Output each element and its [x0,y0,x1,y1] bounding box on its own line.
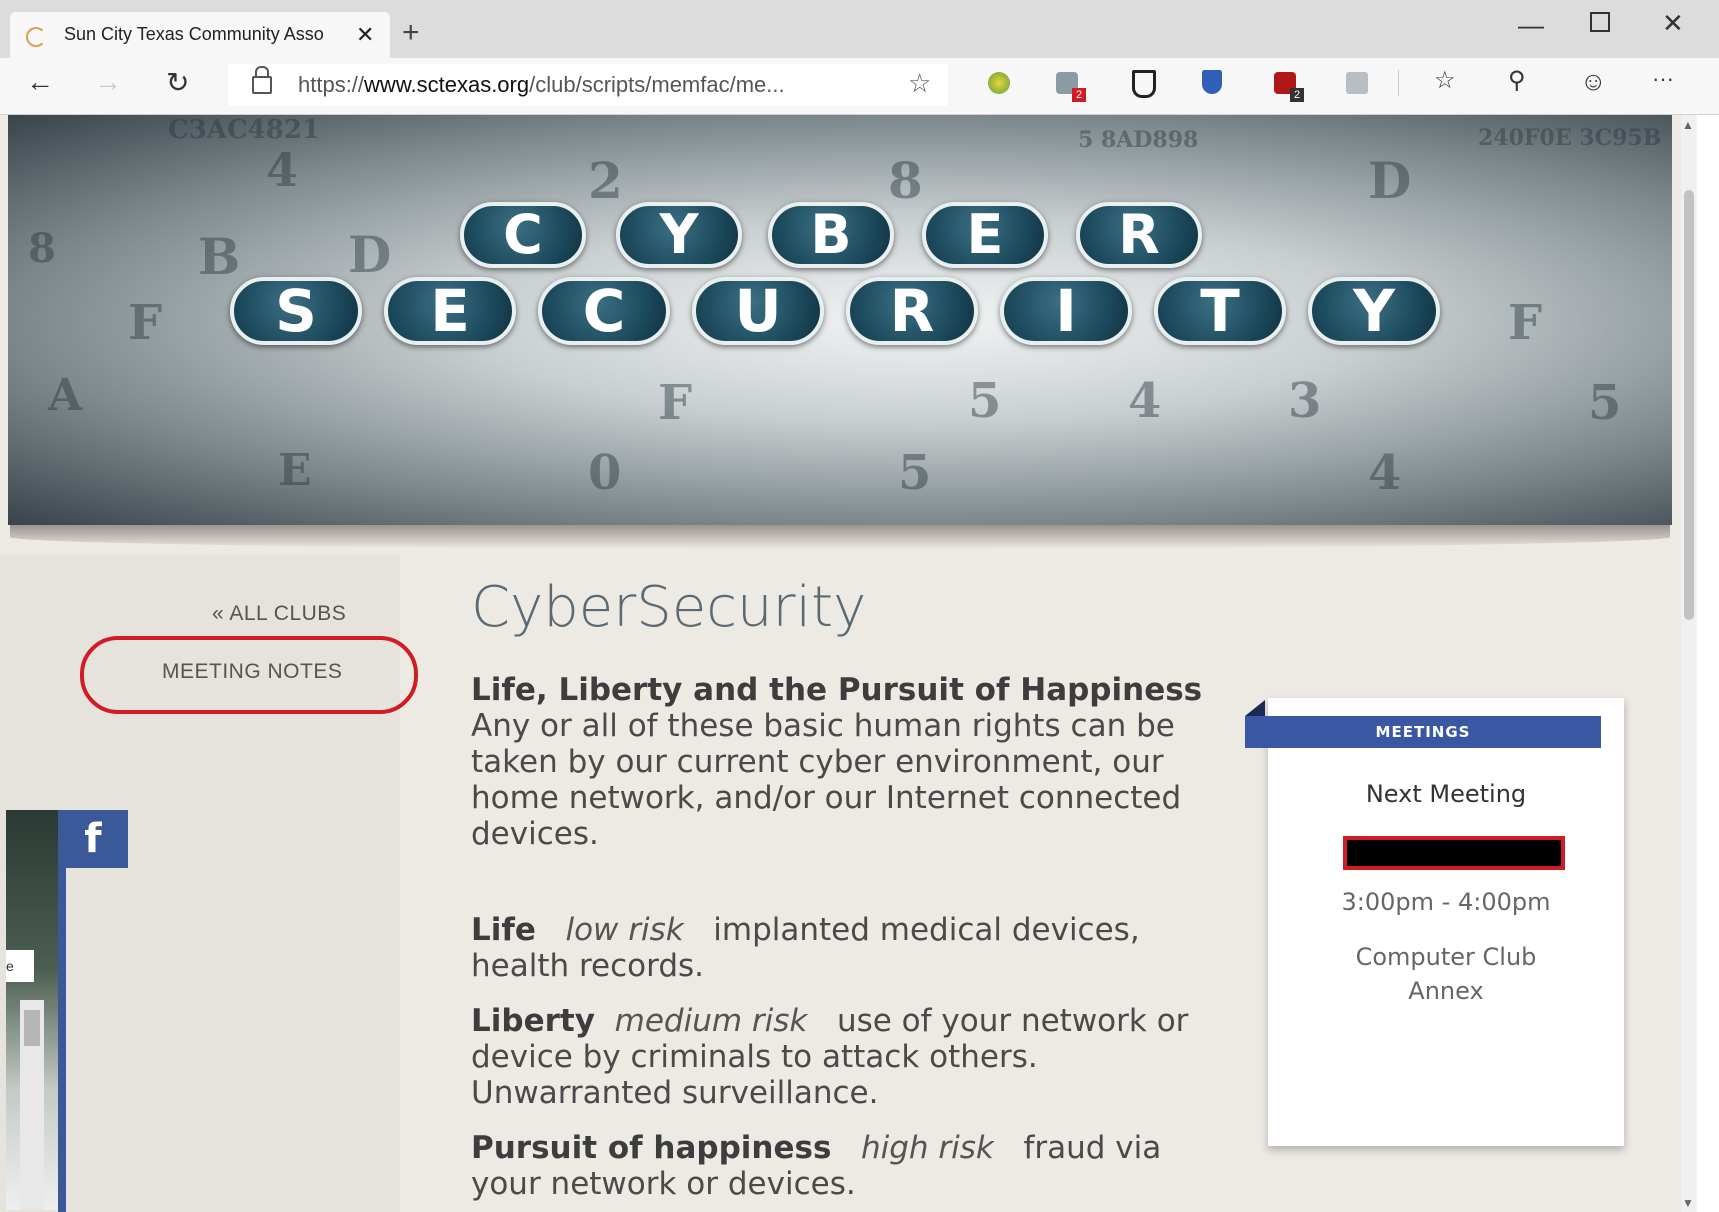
facebook-icon[interactable]: f [58,810,128,868]
shield-extension-icon[interactable] [1202,70,1222,94]
scroll-down-arrow-icon[interactable]: ▼ [1682,1196,1694,1210]
scroll-up-arrow-icon[interactable]: ▲ [1682,118,1694,132]
intro-text: Any or all of these basic human rights c… [471,708,1182,852]
tab-close-icon[interactable]: ✕ [356,22,374,48]
banner-letter: C [460,202,586,268]
banner-shadow [10,525,1670,549]
intro-heading: Life, Liberty and the Pursuit of Happine… [471,672,1203,708]
url-prefix: https:// [298,72,365,97]
liberty-paragraph: Liberty medium risk use of your network … [471,1003,1211,1111]
shield-icon[interactable] [1132,70,1156,98]
meeting-time: 3:00pm - 4:00pm [1341,888,1551,916]
pursuit-risk: high risk [860,1130,994,1166]
banner-letter: Y [1308,277,1440,345]
all-clubs-link[interactable]: « ALL CLUBS [212,602,346,626]
profile-icon[interactable]: ⚲ [1508,66,1526,95]
banner-letter: R [846,277,978,345]
loading-icon [26,27,46,47]
extension-badge: 2 [1290,88,1304,102]
meetings-header: MEETINGS [1245,716,1601,748]
more-menu-button[interactable]: ··· [1652,66,1674,92]
extension-icon[interactable] [988,72,1010,94]
banner-letter: Y [616,202,742,268]
minimize-button[interactable]: — [1518,10,1544,41]
pursuit-paragraph: Pursuit of happiness high risk fraud via… [471,1130,1211,1202]
banner-letter: R [1076,202,1202,268]
page-title: CyberSecurity [471,575,867,640]
banner-letter: S [230,277,362,345]
pursuit-label: Pursuit of happiness [471,1130,832,1166]
intro-paragraph: Life, Liberty and the Pursuit of Happine… [471,672,1211,852]
emoji-feedback-icon[interactable]: ☺ [1580,66,1607,97]
liberty-label: Liberty [471,1003,595,1039]
next-meeting-label: Next Meeting [1365,780,1527,808]
facebook-widget-scroll-thumb[interactable] [24,1010,40,1046]
life-paragraph: Life low risk implanted medical devices,… [471,912,1211,984]
new-tab-button[interactable]: + [402,16,420,50]
banner-letter: C [538,277,670,345]
forward-button[interactable]: → [94,66,122,98]
banner-letter: B [768,202,894,268]
lock-icon [252,76,272,94]
banner-letter: E [922,202,1048,268]
liberty-risk: medium risk [614,1003,808,1039]
meeting-location: Computer Club Annex [1355,943,1537,1005]
refresh-button[interactable]: ↻ [166,66,189,99]
life-label: Life [471,912,536,948]
facebook-widget-border [58,810,66,1212]
maximize-button[interactable] [1590,12,1610,32]
banner-letter: I [1000,277,1132,345]
banner-letter: U [692,277,824,345]
cyber-security-banner: 4 2 8 D B D 8 F F A F 5 4 3 5 E 0 5 4 C3… [8,115,1672,525]
life-risk: low risk [565,912,684,948]
extension-badge: 2 [1072,88,1086,102]
meetings-panel [1268,698,1624,1146]
extension-icon[interactable] [1346,72,1368,94]
back-button[interactable]: ← [26,66,54,98]
facebook-widget-label[interactable]: e [6,950,34,982]
url-domain: www.sctexas.org [364,72,530,97]
favorite-star-icon[interactable]: ☆ [908,68,931,99]
banner-letter: E [384,277,516,345]
close-window-button[interactable]: ✕ [1662,8,1684,39]
ribbon-fold [1245,700,1265,716]
banner-letter: T [1154,277,1286,345]
page-scroll-thumb[interactable] [1684,190,1694,620]
url-path: /club/scripts/memfac/me... [529,72,785,97]
tab-title[interactable]: Sun City Texas Community Asso [64,24,354,45]
redacted-date [1343,836,1565,870]
toolbar-divider [1398,70,1399,96]
favorites-icon[interactable]: ☆ [1434,66,1456,95]
meeting-notes-link[interactable]: MEETING NOTES [162,660,342,684]
url-text[interactable]: https://www.sctexas.org/club/scripts/mem… [298,72,785,98]
